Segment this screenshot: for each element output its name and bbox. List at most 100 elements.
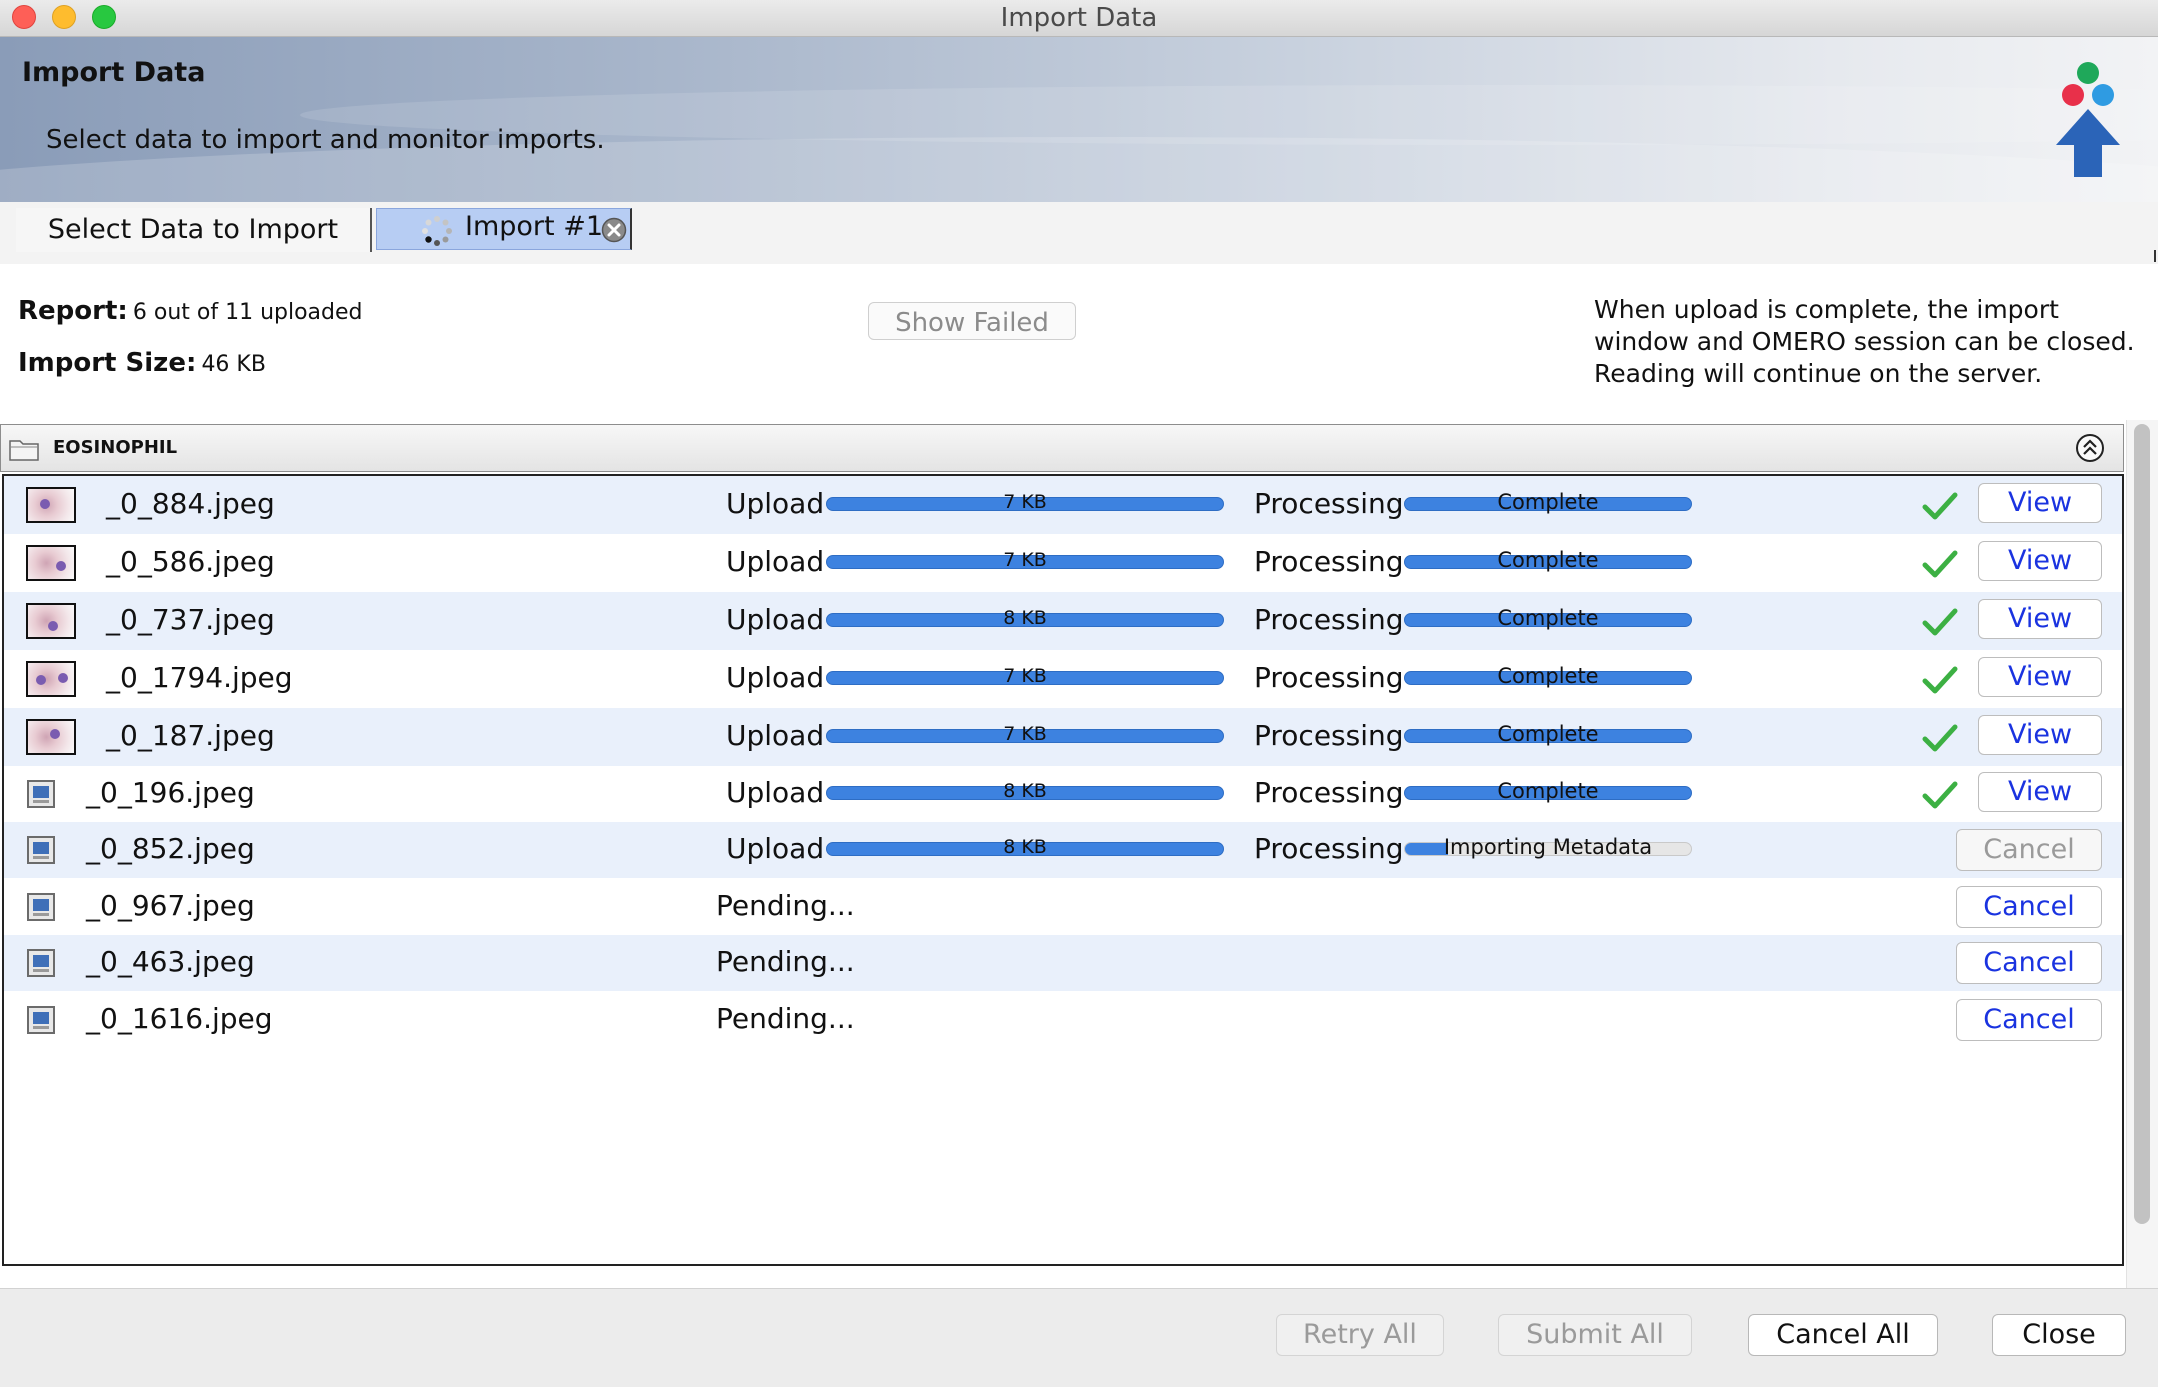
upload-progress-text: 8 KB	[1003, 836, 1047, 858]
spinner-icon	[422, 216, 452, 246]
file-name: _0_187.jpeg	[106, 719, 275, 752]
report-summary: Report: 6 out of 11 uploaded	[18, 296, 363, 326]
upload-label: Upload	[726, 603, 825, 636]
folder-icon	[9, 440, 39, 461]
image-file-icon	[27, 836, 55, 864]
view-button[interactable]: View	[1978, 715, 2102, 755]
view-button[interactable]: View	[1978, 541, 2102, 581]
omero-import-logo-icon	[2056, 62, 2120, 177]
upload-progress-text: 7 KB	[1003, 723, 1047, 745]
view-button[interactable]: View	[1978, 483, 2102, 523]
processing-label: Processing	[1254, 487, 1404, 520]
processing-label: Processing	[1254, 832, 1404, 865]
upload-label: Upload	[726, 661, 825, 694]
file-list: _0_884.jpeg Upload 7 KB Processing Complete V…	[2, 474, 2124, 1266]
upload-label: Upload	[726, 832, 825, 865]
table-row: _0_1616.jpeg Pending... Cancel	[4, 991, 2122, 1048]
table-row: _0_967.jpeg Pending... Cancel	[4, 878, 2122, 935]
upload-label: Upload	[726, 719, 825, 752]
image-file-icon	[27, 1005, 55, 1034]
processing-progress-text: Complete	[1497, 548, 1599, 572]
processing-label: Processing	[1254, 603, 1404, 636]
file-name: _0_1616.jpeg	[86, 1001, 273, 1035]
processing-label: Processing	[1254, 545, 1404, 578]
pending-status: Pending...	[716, 1001, 855, 1035]
upload-progress-text: 7 KB	[1003, 491, 1047, 513]
note-line: When upload is complete, the import	[1594, 295, 2059, 324]
image-thumbnail	[26, 603, 76, 639]
table-row: _0_1794.jpeg Upload 7 KB Processing Complete…	[4, 650, 2122, 708]
upload-label: Upload	[726, 545, 825, 578]
table-row: _0_852.jpeg Upload 8 KB Processing Importing…	[4, 822, 2122, 878]
file-name: _0_586.jpeg	[106, 545, 275, 578]
image-thumbnail	[26, 487, 76, 523]
file-name: _0_852.jpeg	[86, 832, 255, 865]
cancel-button[interactable]: Cancel	[1956, 885, 2102, 928]
report-value: 6 out of 11 uploaded	[132, 300, 363, 325]
checkmark-icon	[1922, 781, 1958, 809]
table-row: _0_196.jpeg Upload 8 KB Processing Complete V…	[4, 766, 2122, 822]
file-name: _0_1794.jpeg	[106, 661, 293, 694]
cancel-button[interactable]: Cancel	[1956, 998, 2102, 1041]
processing-label: Processing	[1254, 719, 1404, 752]
image-file-icon	[27, 949, 55, 977]
header-banner: Import Data Select data to import and mo…	[0, 37, 2158, 202]
processing-progress-text: Complete	[1497, 490, 1599, 514]
table-row: _0_737.jpeg Upload 8 KB Processing Complete V…	[4, 592, 2122, 650]
view-button[interactable]: View	[1978, 772, 2102, 812]
processing-progress-text: Complete	[1497, 779, 1599, 803]
retry-all-button[interactable]: Retry All	[1276, 1314, 1444, 1356]
banner-title: Import Data	[22, 57, 206, 88]
collapse-up-icon[interactable]	[2075, 433, 2105, 463]
completion-note: When upload is complete, the import wind…	[1594, 294, 2135, 390]
show-failed-button[interactable]: Show Failed	[868, 302, 1076, 340]
cancel-button[interactable]: Cancel	[1956, 829, 2102, 871]
group-header[interactable]: EOSINOPHIL	[0, 424, 2124, 472]
checkmark-icon	[1922, 550, 1958, 578]
tab-import-1[interactable]: Import #1	[376, 208, 632, 250]
pending-status: Pending...	[716, 888, 855, 922]
pending-status: Pending...	[716, 945, 855, 978]
table-row: _0_463.jpeg Pending... Cancel	[4, 935, 2122, 991]
image-thumbnail	[26, 661, 76, 697]
image-file-icon	[27, 780, 55, 808]
processing-label: Processing	[1254, 776, 1404, 809]
view-button[interactable]: View	[1978, 657, 2102, 697]
cancel-button[interactable]: Cancel	[1956, 942, 2102, 984]
import-size-label: Import Size:	[18, 348, 197, 378]
file-name: _0_967.jpeg	[86, 888, 255, 922]
image-thumbnail	[26, 545, 76, 581]
upload-progress-text: 7 KB	[1003, 665, 1047, 687]
file-name: _0_737.jpeg	[106, 603, 275, 636]
divider	[2154, 250, 2156, 262]
window-title: Import Data	[1000, 3, 1158, 33]
file-name: _0_884.jpeg	[106, 487, 275, 520]
cancel-all-button[interactable]: Cancel All	[1748, 1314, 1938, 1356]
file-name: _0_196.jpeg	[86, 776, 255, 809]
upload-progress-text: 7 KB	[1003, 549, 1047, 571]
checkmark-icon	[1922, 666, 1958, 694]
upload-progress-text: 8 KB	[1003, 607, 1047, 629]
table-row: _0_586.jpeg Upload 7 KB Processing Complete V…	[4, 534, 2122, 592]
table-row: _0_187.jpeg Upload 7 KB Processing Complete V…	[4, 708, 2122, 766]
group-name: EOSINOPHIL	[53, 437, 178, 458]
file-name: _0_463.jpeg	[86, 945, 255, 978]
view-button[interactable]: View	[1978, 599, 2102, 639]
checkmark-icon	[1922, 724, 1958, 752]
image-thumbnail	[26, 719, 76, 755]
processing-progress-text: Complete	[1497, 722, 1599, 746]
upload-progress-text: 8 KB	[1003, 780, 1047, 802]
tab-select-data[interactable]: Select Data to Import	[16, 208, 372, 252]
tab-import-label: Import #1	[465, 211, 603, 242]
close-icon[interactable]	[601, 217, 627, 243]
close-button[interactable]: Close	[1992, 1314, 2126, 1356]
scrollbar-thumb[interactable]	[2134, 424, 2150, 1224]
upload-label: Upload	[726, 776, 825, 809]
processing-progress-text: Complete	[1497, 606, 1599, 630]
note-line: Reading will continue on the server.	[1594, 359, 2043, 388]
import-size-summary: Import Size: 46 KB	[18, 348, 266, 378]
submit-all-button[interactable]: Submit All	[1498, 1314, 1692, 1356]
checkmark-icon	[1922, 608, 1958, 636]
table-row: _0_884.jpeg Upload 7 KB Processing Complete V…	[4, 476, 2122, 534]
image-file-icon	[27, 892, 55, 921]
